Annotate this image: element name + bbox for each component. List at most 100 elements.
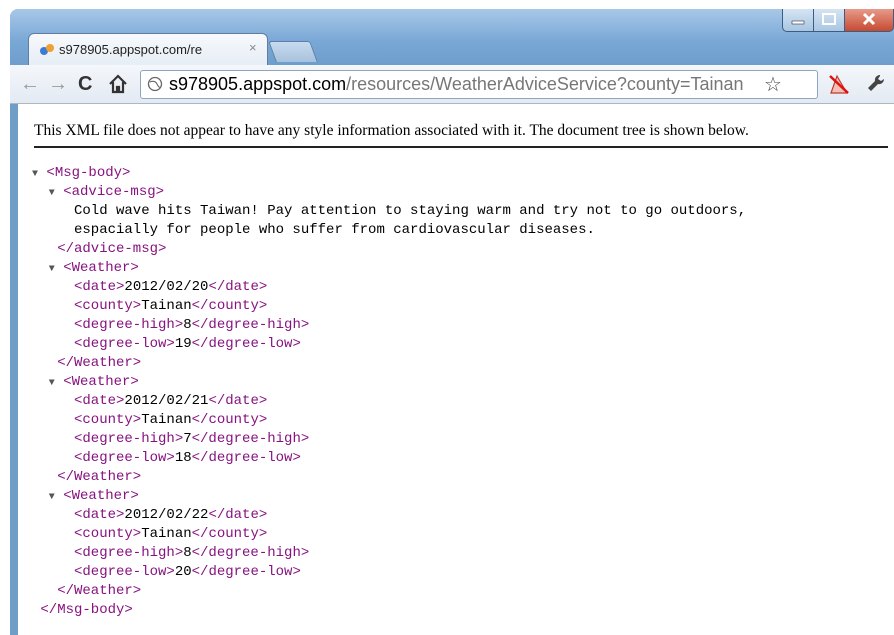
reload-icon[interactable]: C xyxy=(78,74,92,94)
xml-text: Tainan xyxy=(141,526,192,542)
browser-toolbar: ← → C s978905.appspot.com/resources/Weat… xyxy=(10,65,894,104)
xml-date: <date>2012/02/22</date> xyxy=(74,506,267,525)
xml-county: <county>Tainan</county> xyxy=(74,525,267,544)
xml-tag: </degree-high> xyxy=(191,317,310,333)
window-close-icon[interactable] xyxy=(844,9,894,32)
xml-tag: </date> xyxy=(208,393,268,409)
xml-text: 7 xyxy=(183,431,192,447)
xml-degree-low: <degree-low>19</degree-low> xyxy=(74,335,301,354)
xml-tag: <degree-high> xyxy=(74,545,184,561)
xml-tag: <degree-low> xyxy=(74,450,175,466)
xml-tag: <Weather> xyxy=(63,374,139,390)
url-text: s978905.appspot.com/resources/WeatherAdv… xyxy=(169,74,749,95)
xml-text: Tainan xyxy=(141,298,192,314)
xml-tag: <degree-low> xyxy=(74,564,175,580)
xml-tag: </degree-high> xyxy=(191,431,310,447)
xml-advice-text: Cold wave hits Taiwan! Pay attention to … xyxy=(74,202,746,221)
forward-icon[interactable]: → xyxy=(48,74,68,94)
xml-weather-open: ▼ <Weather> xyxy=(49,259,139,278)
minimize-icon[interactable] xyxy=(782,9,814,32)
xml-text: 19 xyxy=(174,336,192,352)
home-icon[interactable] xyxy=(107,73,129,95)
xml-tag: </Msg-body> xyxy=(40,602,133,618)
xml-tag: <degree-high> xyxy=(74,431,184,447)
xml-tag: <date> xyxy=(74,393,125,409)
xml-text: espacially for people who suffer from ca… xyxy=(74,222,595,238)
xml-root-close: </Msg-body> xyxy=(40,601,132,620)
xml-advice-close: </advice-msg> xyxy=(57,240,166,259)
xml-weather-close: </Weather> xyxy=(57,582,141,601)
xml-weather-open: ▼ <Weather> xyxy=(49,373,139,392)
xml-degree-low: <degree-low>20</degree-low> xyxy=(74,563,301,582)
xml-text: 2012/02/20 xyxy=(124,279,209,295)
star-icon[interactable]: ☆ xyxy=(764,72,782,97)
xml-tag: <county> xyxy=(74,526,142,542)
xml-tag: <degree-high> xyxy=(74,317,184,333)
xml-tag: <date> xyxy=(74,507,125,523)
xml-tag: <date> xyxy=(74,279,125,295)
xml-tag: <Msg-body> xyxy=(46,165,131,181)
xml-degree-low: <degree-low>18</degree-low> xyxy=(74,449,301,468)
xml-root-open: ▼ <Msg-body> xyxy=(32,164,130,183)
xml-tag: </advice-msg> xyxy=(57,241,167,257)
maximize-icon[interactable] xyxy=(813,9,845,32)
divider xyxy=(34,146,888,148)
xml-text: 8 xyxy=(183,545,192,561)
xml-tag: <advice-msg> xyxy=(63,184,165,200)
address-bar[interactable]: s978905.appspot.com/resources/WeatherAdv… xyxy=(140,70,818,99)
xml-tag: </degree-low> xyxy=(191,564,301,580)
xml-degree-high: <degree-high>8</degree-high> xyxy=(74,316,309,335)
xml-tag: </degree-low> xyxy=(191,450,301,466)
xml-text: 8 xyxy=(183,317,192,333)
back-icon[interactable]: ← xyxy=(20,74,40,94)
wrench-icon[interactable] xyxy=(865,72,887,94)
xml-tag: <degree-low> xyxy=(74,336,175,352)
xml-weather-open: ▼ <Weather> xyxy=(49,487,139,506)
xml-text: 20 xyxy=(174,564,192,580)
xml-weather-close: </Weather> xyxy=(57,354,141,373)
xml-text: 2012/02/22 xyxy=(124,507,209,523)
new-tab-button[interactable] xyxy=(268,41,318,62)
xml-tag: </Weather> xyxy=(57,583,142,599)
xml-text: Cold wave hits Taiwan! Pay attention to … xyxy=(74,203,747,219)
xml-text: 18 xyxy=(174,450,192,466)
url-path: /resources/WeatherAdviceService?county=T… xyxy=(346,74,744,94)
title-bar: s978905.appspot.com/re × xyxy=(10,9,894,67)
xml-advice-open: ▼ <advice-msg> xyxy=(49,183,164,202)
xml-tag: <county> xyxy=(74,412,142,428)
xml-tag: </date> xyxy=(208,507,268,523)
xml-text: Tainan xyxy=(141,412,192,428)
xml-tag: </county> xyxy=(191,526,268,542)
xml-tag: </date> xyxy=(208,279,268,295)
tab-title: s978905.appspot.com/re xyxy=(59,42,203,57)
xml-degree-high: <degree-high>8</degree-high> xyxy=(74,544,309,563)
xml-tag: </degree-high> xyxy=(191,545,310,561)
xml-advice-text: espacially for people who suffer from ca… xyxy=(74,221,595,240)
extension-icon[interactable] xyxy=(827,73,851,95)
xml-tag: </degree-low> xyxy=(191,336,301,352)
xml-tag: <Weather> xyxy=(63,488,139,504)
xml-tag: </Weather> xyxy=(57,355,142,371)
xml-text: 2012/02/21 xyxy=(124,393,209,409)
xml-date: <date>2012/02/21</date> xyxy=(74,392,267,411)
page-content: This XML file does not appear to have an… xyxy=(18,104,894,635)
globe-icon xyxy=(147,76,163,92)
xml-tag: <county> xyxy=(74,298,142,314)
xml-tag: </county> xyxy=(191,298,268,314)
xml-tag: <Weather> xyxy=(63,260,139,276)
tab-active[interactable]: s978905.appspot.com/re × xyxy=(28,33,268,66)
xml-info-message: This XML file does not appear to have an… xyxy=(34,122,749,139)
xml-weather-close: </Weather> xyxy=(57,468,141,487)
browser-window: s978905.appspot.com/re × ← → C s978905.a… xyxy=(10,9,894,635)
xml-tag: </Weather> xyxy=(57,469,142,485)
xml-date: <date>2012/02/20</date> xyxy=(74,278,267,297)
url-host: s978905.appspot.com xyxy=(169,74,347,94)
xml-county: <county>Tainan</county> xyxy=(74,411,267,430)
favicon-icon xyxy=(40,44,54,55)
close-icon[interactable]: × xyxy=(249,40,257,55)
xml-tag: </county> xyxy=(191,412,268,428)
